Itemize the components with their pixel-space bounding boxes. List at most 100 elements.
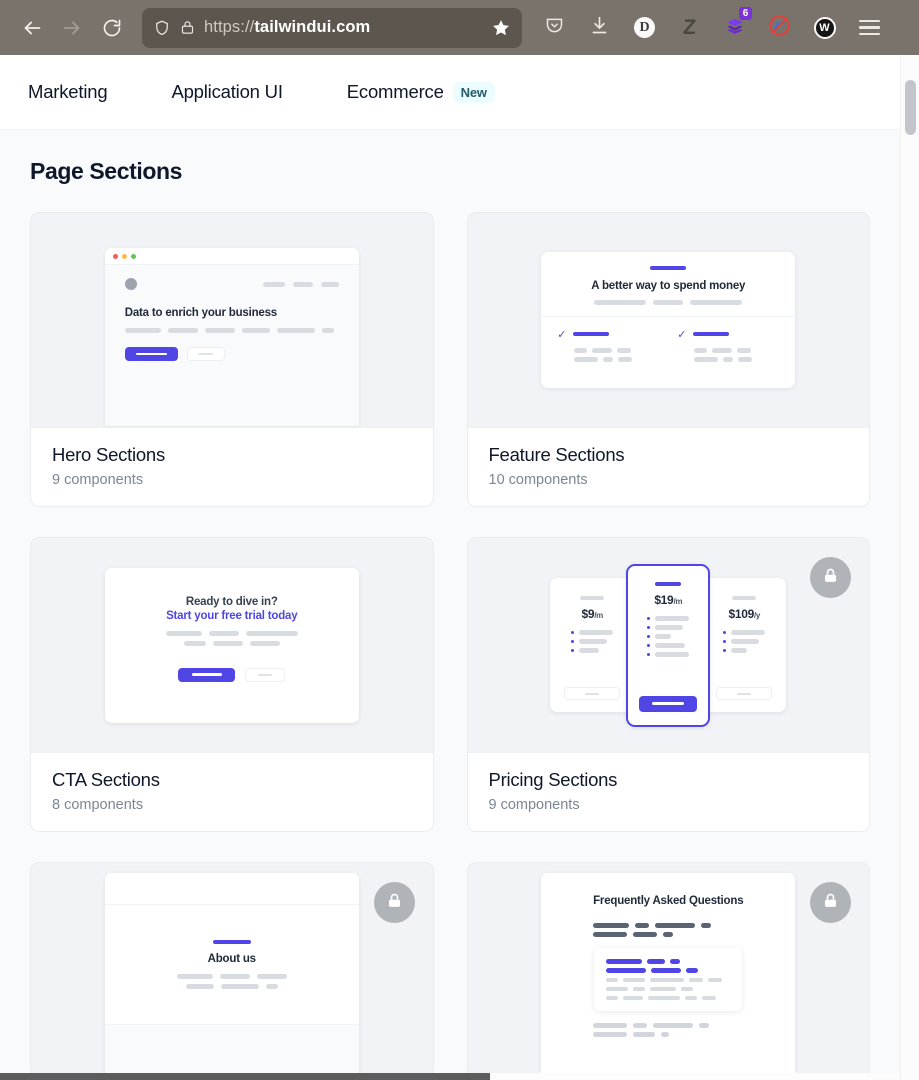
blocker-extension-button[interactable]: [757, 6, 802, 50]
skeleton-bar: [593, 923, 630, 928]
tab-marketing[interactable]: Marketing: [28, 81, 108, 103]
horizontal-scrollbar-thumb[interactable]: [0, 1073, 490, 1080]
layers-extension-button[interactable]: 6: [712, 6, 757, 50]
skeleton-bar: [699, 1023, 710, 1028]
feature-preview-window: A better way to spend money ✓ ✓: [541, 252, 796, 388]
section-card-faq[interactable]: Frequently Asked Questions: [466, 862, 870, 1078]
cta-secondary-button: [245, 667, 286, 682]
bookmark-star-icon[interactable]: [491, 18, 511, 38]
card-component-count: 9 components: [52, 472, 144, 488]
hero-preview-body: Data to enrich your business: [104, 265, 359, 426]
skeleton-bar: [623, 996, 644, 1000]
section-card-hero[interactable]: Data to enrich your business Hero Sectio…: [30, 212, 434, 507]
faq-answer-title-2: [606, 968, 730, 973]
url-host: tailwindui.com: [254, 18, 371, 36]
vertical-scrollbar-thumb[interactable]: [905, 80, 916, 135]
card-component-count: 10 components: [488, 472, 588, 488]
zotero-extension-button[interactable]: Z: [667, 6, 712, 50]
wallet-extension-icon: W: [813, 16, 836, 39]
reload-button[interactable]: [92, 8, 132, 48]
pocket-icon: [544, 15, 565, 41]
tab-application-ui[interactable]: Application UI: [171, 81, 283, 103]
pricing-feature-row: [647, 642, 689, 648]
hamburger-menu-icon: [859, 19, 880, 36]
downloads-button[interactable]: [577, 6, 622, 50]
feature-column-head: ✓: [677, 330, 779, 341]
check-icon: ✓: [557, 329, 567, 341]
blocker-extension-icon: [768, 14, 791, 42]
section-card-pricing[interactable]: $9/m $19/m $109/y Pricing Sections 9 com…: [466, 537, 870, 832]
skeleton-bar: [606, 978, 619, 982]
arrow-right-icon: [61, 17, 83, 39]
card-title: CTA Sections: [52, 769, 160, 790]
wallet-extension-button[interactable]: W: [802, 6, 847, 50]
pocket-extension-button[interactable]: [532, 6, 577, 50]
feature-preview-heading: A better way to spend money: [591, 280, 746, 292]
pricing-feature-row: [723, 639, 765, 644]
cta-preview-lines: [157, 630, 307, 646]
pricing-plan-annual: $109/y: [702, 578, 787, 712]
skeleton-bar: [245, 630, 298, 636]
pricing-plan-price: $9/m: [581, 607, 604, 621]
horizontal-scrollbar[interactable]: [0, 1073, 900, 1080]
skeleton-bar: [690, 300, 743, 305]
feature-column: ✓: [677, 330, 779, 362]
skeleton-bar: [606, 959, 643, 964]
arrow-left-icon: [21, 17, 43, 39]
vertical-scrollbar[interactable]: [900, 55, 919, 1080]
skeleton-bar: [685, 996, 698, 1000]
skeleton-bar: [593, 1023, 628, 1028]
skeleton-bar: [655, 923, 696, 928]
feature-preview-subtext: [561, 300, 775, 305]
skeleton-bar: [708, 978, 723, 982]
check-icon: ✓: [677, 329, 687, 341]
hero-logo-icon: [124, 278, 137, 290]
feature-eyebrow-bar: [650, 266, 687, 270]
feature-column-head: ✓: [557, 330, 659, 341]
faq-question-skeleton-2: [593, 1023, 743, 1037]
skeleton-bar: [249, 640, 280, 646]
back-button[interactable]: [12, 8, 52, 48]
tab-marketing-label: Marketing: [28, 81, 108, 102]
section-card-about[interactable]: About us: [30, 862, 434, 1078]
faq-answer-body: [606, 978, 730, 982]
shield-icon[interactable]: [153, 19, 171, 37]
tab-application-ui-label: Application UI: [171, 81, 283, 102]
url-text[interactable]: https://tailwindui.com: [204, 18, 482, 37]
padlock-icon[interactable]: [180, 19, 195, 36]
skeleton-bar: [650, 987, 677, 991]
about-preview-topstrip: [104, 873, 359, 905]
card-meta-pricing: Pricing Sections 9 components: [467, 752, 869, 831]
skeleton-bar: [723, 357, 734, 362]
section-card-feature[interactable]: A better way to spend money ✓ ✓ Feature …: [466, 212, 870, 507]
hero-nav-links: [262, 281, 339, 287]
skeleton-bar: [661, 1032, 670, 1037]
skeleton-bar: [651, 968, 682, 973]
skeleton-bar: [738, 357, 753, 362]
tab-ecommerce[interactable]: Ecommerce New: [347, 81, 495, 103]
skeleton-bar: [701, 923, 712, 928]
page-content: Page Sections Data to enrich your busine…: [0, 130, 900, 1080]
about-preview-window: About us: [104, 873, 359, 1077]
skeleton-bar: [580, 596, 605, 600]
browser-menu-button[interactable]: [847, 6, 892, 50]
dictionary-extension-icon: D: [634, 17, 655, 38]
section-card-cta[interactable]: Ready to dive in? Start your free trial …: [30, 537, 434, 832]
hero-preview-lines: [124, 328, 339, 333]
skeleton-bar: [606, 996, 619, 1000]
pricing-feature-row: [647, 624, 689, 630]
skeleton-bar: [647, 959, 666, 964]
forward-button[interactable]: [52, 8, 92, 48]
skeleton-bar: [653, 300, 684, 305]
address-bar[interactable]: https://tailwindui.com: [142, 7, 522, 48]
feature-preview-header: A better way to spend money: [541, 252, 796, 317]
faq-preview-heading: Frequently Asked Questions: [593, 895, 744, 907]
faq-answer-body: [606, 987, 730, 991]
about-preview-lines: [162, 974, 302, 989]
pricing-plan-features: [571, 630, 614, 653]
locked-badge: [810, 557, 851, 598]
layers-extension-badge: 6: [739, 6, 752, 20]
skeleton-bar: [670, 959, 681, 964]
dictionary-extension-button[interactable]: D: [622, 6, 667, 50]
skeleton-bar: [321, 328, 334, 333]
